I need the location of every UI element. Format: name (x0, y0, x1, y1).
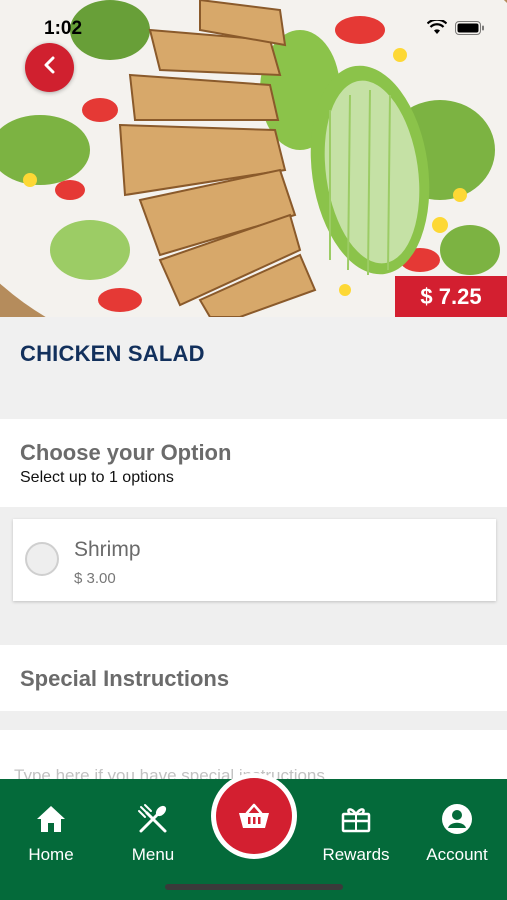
tab-menu[interactable]: Menu (108, 801, 198, 865)
tab-rewards[interactable]: Rewards (311, 801, 401, 865)
tab-home[interactable]: Home (6, 801, 96, 865)
options-title: Choose your Option (20, 440, 232, 465)
status-bar: 1:02 (0, 0, 507, 44)
option-name: Shrimp (74, 538, 141, 561)
home-icon (6, 801, 96, 837)
options-subtitle: Select up to 1 options (20, 469, 174, 486)
price-badge: $ 7.25 (395, 276, 507, 317)
option-price: $ 3.00 (74, 570, 116, 587)
item-title-section: CHICKEN SALAD (0, 317, 507, 419)
tab-account[interactable]: Account (412, 801, 502, 865)
status-icons (426, 18, 485, 40)
special-instructions-title: Special Instructions (20, 666, 230, 691)
back-button[interactable] (25, 43, 74, 92)
battery-icon (455, 20, 485, 40)
options-header: Choose your Option Select up to 1 option… (0, 419, 507, 507)
tab-home-label: Home (28, 845, 74, 864)
wifi-icon (426, 18, 448, 40)
tab-menu-label: Menu (131, 845, 175, 864)
chevron-left-icon (43, 56, 57, 79)
special-instructions-header: Special Instructions (0, 645, 507, 711)
hero-food-image (0, 0, 507, 317)
utensils-icon (108, 801, 198, 837)
status-time: 1:02 (44, 18, 83, 39)
option-item-shrimp[interactable]: Shrimp $ 3.00 (13, 519, 496, 601)
cart-button[interactable] (211, 773, 297, 859)
option-radio[interactable] (25, 542, 59, 576)
account-icon (412, 801, 502, 837)
tab-rewards-label: Rewards (322, 845, 390, 864)
home-indicator (165, 884, 343, 890)
basket-icon (216, 778, 292, 854)
tab-account-label: Account (426, 845, 488, 864)
gift-icon (311, 801, 401, 837)
item-title: CHICKEN SALAD (20, 341, 205, 366)
bottom-tab-bar: Home Menu Rewards Account (0, 773, 507, 900)
